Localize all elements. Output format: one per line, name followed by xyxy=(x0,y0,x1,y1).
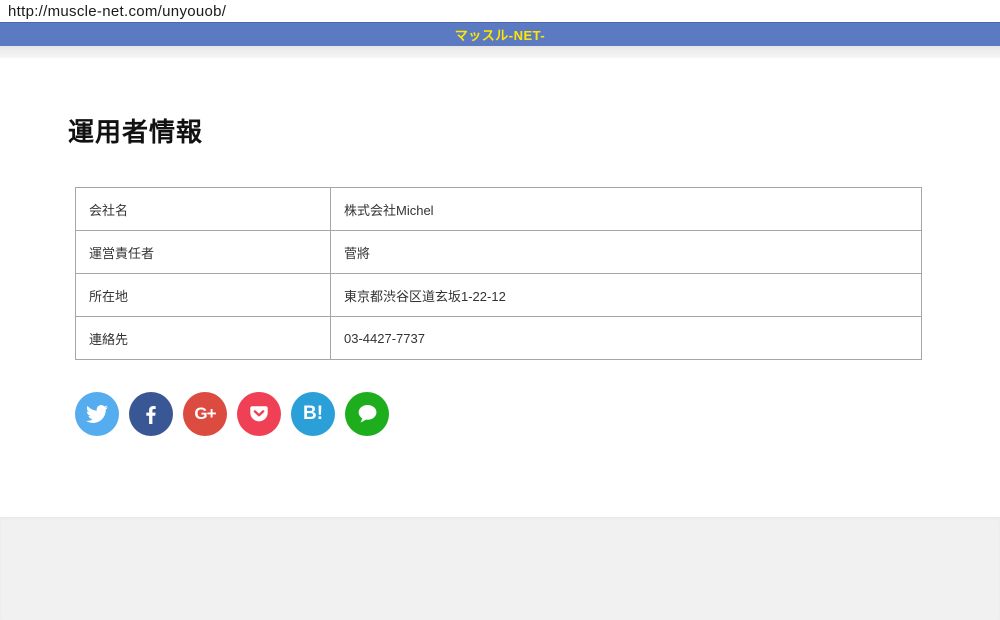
line-speech-bubble-icon xyxy=(354,401,380,427)
twitter-bird-icon xyxy=(86,403,108,425)
url-bar: http://muscle-net.com/unyouob/ xyxy=(0,0,1000,22)
google-plus-share-button[interactable]: G+ xyxy=(183,392,227,436)
site-header: マッスル-NET- xyxy=(0,22,1000,46)
facebook-share-button[interactable] xyxy=(129,392,173,436)
row-label-address: 所在地 xyxy=(75,273,331,317)
page-footer xyxy=(0,517,1000,620)
row-label-contact: 連絡先 xyxy=(75,316,331,360)
facebook-f-icon xyxy=(139,402,163,426)
row-label-manager: 運営責任者 xyxy=(75,230,331,274)
row-value-address: 東京都渋谷区道玄坂1-22-12 xyxy=(330,273,922,317)
table-row-contact: 連絡先 03-4427-7737 xyxy=(75,316,922,360)
table-row-manager: 運営責任者 菅將 xyxy=(75,230,922,274)
page-url: http://muscle-net.com/unyouob/ xyxy=(8,2,227,20)
site-title[interactable]: マッスル-NET- xyxy=(455,25,545,44)
social-share-row: G+ B! xyxy=(75,392,922,436)
line-share-button[interactable] xyxy=(345,392,389,436)
row-value-company: 株式会社Michel xyxy=(330,187,922,231)
pocket-icon xyxy=(248,403,270,425)
hatena-bookmark-button[interactable]: B! xyxy=(291,392,335,436)
google-plus-icon: G+ xyxy=(194,404,216,423)
operator-info-table: 会社名 株式会社Michel 運営責任者 菅將 所在地 東京都渋谷区道玄坂1-2… xyxy=(75,187,922,360)
subheader-strip xyxy=(0,46,1000,58)
row-value-contact: 03-4427-7737 xyxy=(330,316,922,360)
page-title: 運用者情報 xyxy=(68,117,204,147)
main-content: 運用者情報 会社名 株式会社Michel 運営責任者 菅將 所在地 東京都渋谷区… xyxy=(0,58,1000,517)
twitter-share-button[interactable] xyxy=(75,392,119,436)
table-row-address: 所在地 東京都渋谷区道玄坂1-22-12 xyxy=(75,273,922,317)
row-value-manager: 菅將 xyxy=(330,230,922,274)
pocket-share-button[interactable] xyxy=(237,392,281,436)
hatena-b-icon: B! xyxy=(302,403,324,424)
row-label-company: 会社名 xyxy=(75,187,331,231)
table-row-company: 会社名 株式会社Michel xyxy=(75,187,922,231)
